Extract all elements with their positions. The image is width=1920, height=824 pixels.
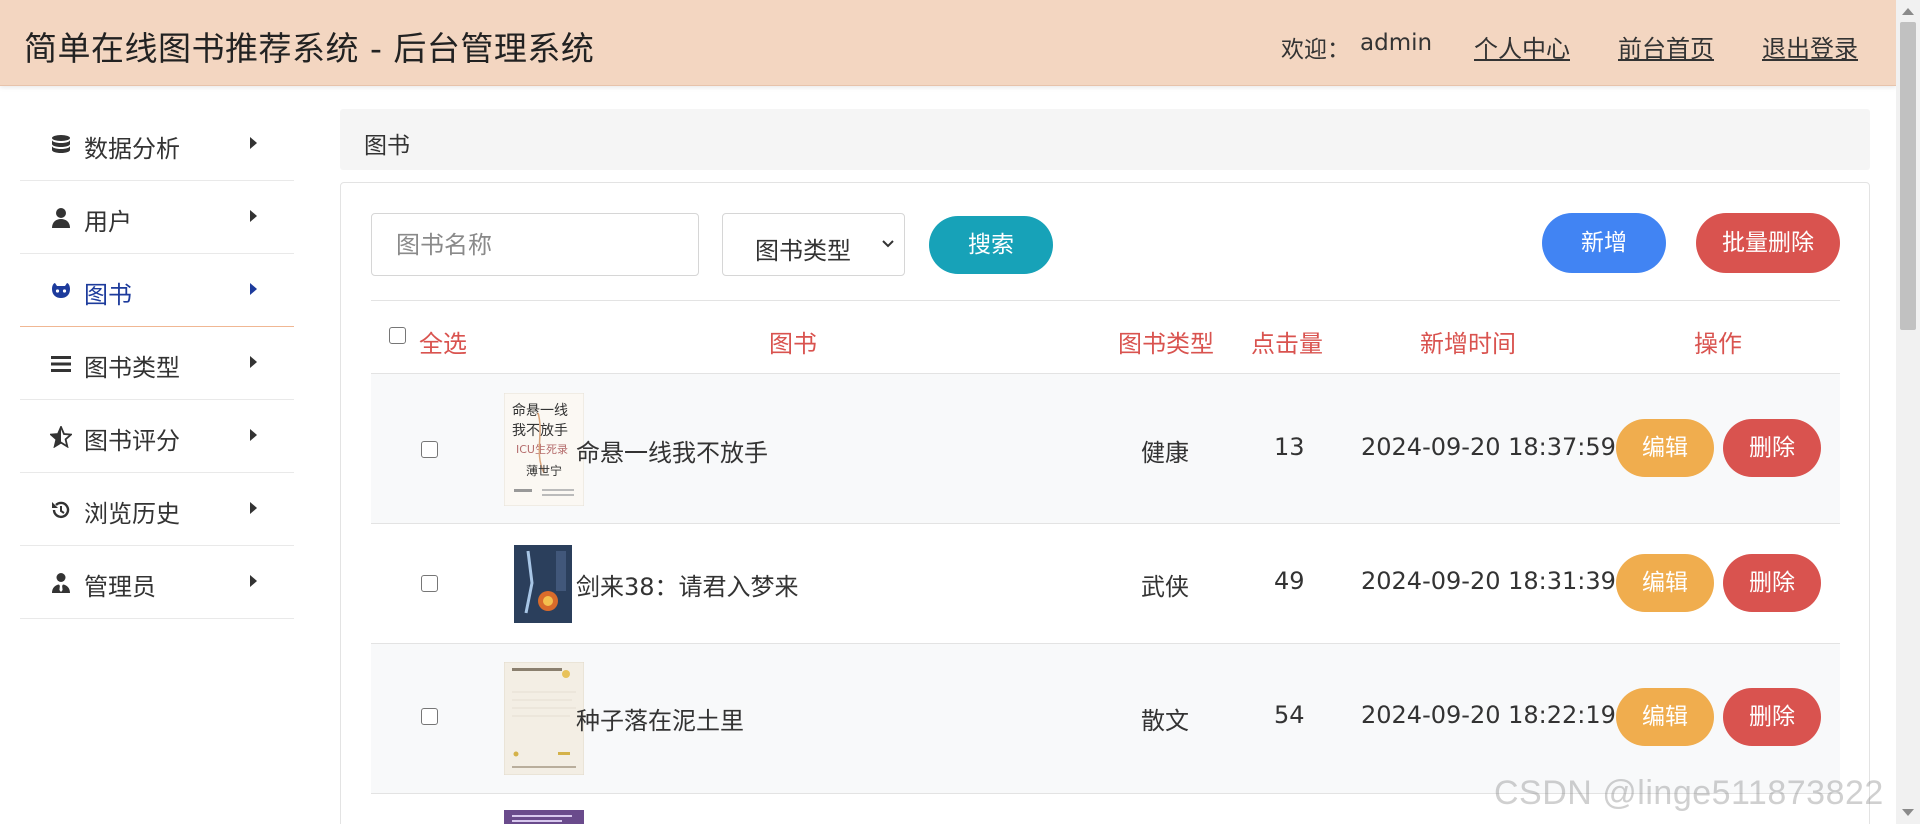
sidebar-item-users[interactable]: 用户: [20, 181, 294, 254]
sidebar-item-admins[interactable]: 管理员: [20, 546, 294, 619]
table-row: 种子落在泥土里 散文 54 2024-09-20 18:22:19 编辑 删除: [371, 643, 1840, 793]
row-checkbox[interactable]: [421, 708, 438, 725]
delete-button[interactable]: 删除: [1723, 419, 1821, 477]
logout-link[interactable]: 退出登录: [1762, 29, 1858, 64]
history-icon: [52, 501, 70, 519]
book-type-select[interactable]: 图书类型: [722, 213, 905, 276]
sidebar-item-book-types[interactable]: 图书类型: [20, 327, 294, 400]
delete-button[interactable]: 删除: [1723, 688, 1821, 746]
created-time: 2024-09-20 18:37:59: [1361, 433, 1616, 461]
book-name-search-input[interactable]: [371, 213, 699, 276]
cover-author: 薄世宁: [526, 463, 562, 478]
batch-delete-button[interactable]: 批量删除: [1696, 213, 1840, 273]
column-header-book-type: 图书类型: [1118, 330, 1214, 358]
caret-right-icon: [250, 575, 257, 587]
column-header-created-time: 新增时间: [1420, 330, 1516, 358]
breadcrumb: 图书: [340, 109, 1870, 170]
book-name: 种子落在泥土里: [576, 707, 744, 735]
user-icon: [52, 208, 70, 228]
caret-right-icon: [250, 137, 257, 149]
column-header-clicks: 点击量: [1251, 330, 1323, 358]
sidebar-item-label: 图书评分: [84, 427, 180, 455]
select-all-label[interactable]: 全选: [419, 324, 467, 359]
scroll-down-icon[interactable]: [1902, 809, 1914, 816]
caret-right-icon: [250, 429, 257, 441]
caret-right-icon: [250, 283, 257, 295]
breadcrumb-current: 图书: [364, 133, 410, 159]
created-time: 2024-09-20 18:22:19: [1361, 701, 1616, 729]
sidebar-item-book-ratings[interactable]: 图书评分: [20, 400, 294, 473]
list-icon: [51, 356, 71, 372]
book-type-select-value: 图书类型: [755, 237, 851, 265]
book-type: 健康: [1141, 439, 1189, 467]
page-scrollbar[interactable]: [1896, 0, 1920, 824]
sidebar-item-label: 图书类型: [84, 354, 180, 382]
cover-subtitle: ICU生死录: [516, 442, 568, 456]
cover-title-line-1: 命悬一线: [512, 402, 568, 419]
book-cover-image: [504, 810, 584, 824]
top-header: 简单在线图书推荐系统 - 后台管理系统 欢迎： admin 个人中心 前台首页 …: [0, 0, 1896, 86]
csdn-watermark: CSDN @linge511873822: [1494, 774, 1884, 812]
table-row: 命悬一线 我不放手 ICU生死录 薄世宁 命悬一线我不放手 健康 13 2024…: [371, 373, 1840, 523]
column-header-book: 图书: [769, 330, 817, 358]
sidebar-item-label: 图书: [84, 281, 132, 309]
profile-link[interactable]: 个人中心: [1474, 29, 1570, 64]
row-checkbox[interactable]: [421, 575, 438, 592]
row-checkbox[interactable]: [421, 441, 438, 458]
book-type: 武侠: [1141, 573, 1189, 601]
frontend-home-link[interactable]: 前台首页: [1618, 29, 1714, 64]
select-all-checkbox[interactable]: [389, 327, 406, 344]
database-icon: [52, 135, 70, 153]
sidebar: 数据分析 用户 图书 图书类型 图书评分 浏览历史 管理员: [20, 108, 294, 619]
sidebar-item-label: 用户: [84, 208, 132, 236]
scroll-thumb[interactable]: [1900, 22, 1916, 330]
page: 简单在线图书推荐系统 - 后台管理系统 欢迎： admin 个人中心 前台首页 …: [0, 0, 1920, 824]
book-type: 散文: [1141, 707, 1189, 735]
edit-button[interactable]: 编辑: [1616, 554, 1714, 612]
click-count: 54: [1274, 701, 1305, 729]
add-book-button[interactable]: 新增: [1542, 213, 1666, 273]
book-cover-image: [504, 543, 584, 625]
book-cover-image: 命悬一线 我不放手 ICU生死录 薄世宁: [504, 393, 584, 506]
app-title: 简单在线图书推荐系统 - 后台管理系统: [24, 29, 595, 68]
book-cover-image: [504, 662, 584, 775]
welcome-label: 欢迎：: [1281, 37, 1350, 63]
search-button[interactable]: 搜索: [929, 216, 1053, 274]
delete-button[interactable]: 删除: [1723, 554, 1821, 612]
scroll-up-icon[interactable]: [1902, 8, 1914, 15]
caret-right-icon: [250, 502, 257, 514]
click-count: 13: [1274, 433, 1305, 461]
edit-button[interactable]: 编辑: [1616, 419, 1714, 477]
divider: [371, 300, 1840, 301]
sidebar-item-books[interactable]: 图书: [20, 254, 294, 327]
book-name: 命悬一线我不放手: [576, 439, 768, 467]
sidebar-item-data-analysis[interactable]: 数据分析: [20, 108, 294, 181]
sidebar-item-history[interactable]: 浏览历史: [20, 473, 294, 546]
book-name: 剑来38：请君入梦来: [576, 573, 799, 601]
username: admin: [1360, 30, 1433, 56]
github-icon: [52, 283, 70, 298]
sidebar-item-label: 管理员: [84, 573, 156, 601]
created-time: 2024-09-20 18:31:39: [1361, 567, 1616, 595]
star-half-icon: [50, 426, 72, 448]
user-tie-icon: [52, 573, 70, 593]
column-header-actions: 操作: [1694, 330, 1742, 358]
sidebar-item-label: 数据分析: [84, 135, 180, 163]
caret-right-icon: [250, 356, 257, 368]
edit-button[interactable]: 编辑: [1616, 688, 1714, 746]
caret-right-icon: [250, 210, 257, 222]
table-row: 剑来38：请君入梦来 武侠 49 2024-09-20 18:31:39 编辑 …: [371, 523, 1840, 643]
chevron-down-icon: [882, 240, 894, 248]
sidebar-item-label: 浏览历史: [84, 500, 180, 528]
click-count: 49: [1274, 567, 1305, 595]
